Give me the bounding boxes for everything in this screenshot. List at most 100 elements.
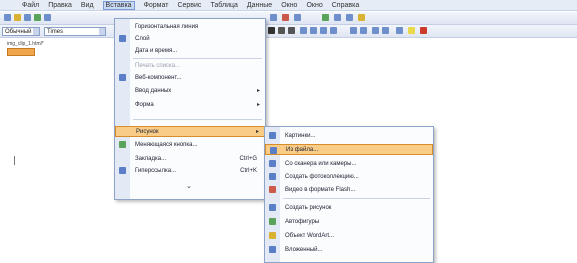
submenu-arrow-icon: ▸ <box>255 129 259 135</box>
layer-icon <box>119 35 126 42</box>
menu-item-label: Создать рисунок <box>285 204 332 211</box>
insert-object-icon[interactable] <box>294 14 301 21</box>
menu-item-label: Создать фотоколлекцию... <box>285 173 359 180</box>
italic-icon[interactable] <box>278 27 285 34</box>
menu-item-autoshapes[interactable]: Автофигуры <box>265 216 433 227</box>
menu-item-label: Гиперссылка... <box>135 167 177 174</box>
menu-item-label: Меняющаяся кнопка... <box>135 141 198 148</box>
save-icon[interactable] <box>24 14 31 21</box>
menu-item-label: Картинки... <box>285 132 316 139</box>
rollover-button-icon <box>119 141 126 148</box>
menu-item-flash-video[interactable]: Видео в формате Flash... <box>265 184 433 195</box>
border-icon[interactable] <box>396 27 403 34</box>
align-left-icon[interactable] <box>300 27 307 34</box>
picture-submenu: Картинки... Из файла... Со сканера или к… <box>264 126 434 263</box>
chart-icon[interactable] <box>282 14 289 21</box>
menu-item-form[interactable]: Форма ▸ <box>115 99 265 110</box>
new-drawing-icon <box>269 204 276 211</box>
flash-video-icon <box>269 186 276 193</box>
menu-item-label: Слой <box>135 35 150 42</box>
menu-item-label: Рисунок <box>136 128 159 135</box>
style-select[interactable]: Обычный <box>2 27 40 36</box>
hyperlink-icon <box>119 167 126 174</box>
menu-file[interactable]: Файл <box>22 2 39 9</box>
new-document-icon[interactable] <box>4 14 11 21</box>
menu-item-date-time[interactable]: Дата и время... <box>115 45 265 56</box>
chevron-down-icon[interactable] <box>33 28 39 35</box>
menu-item-label: Ввод данных <box>135 87 172 94</box>
numbering-icon[interactable] <box>350 27 357 34</box>
menu-separator <box>133 58 262 59</box>
insert-menu: Горизонтальная линия Слой Дата и время..… <box>114 18 266 200</box>
menu-item-new-drawing[interactable]: Создать рисунок <box>265 202 433 213</box>
menu-item-layer[interactable]: Слой <box>115 33 265 44</box>
menu-tools[interactable]: Сервис <box>177 2 201 9</box>
menu-item-data-input[interactable]: Ввод данных ▸ <box>115 85 265 96</box>
bold-icon[interactable] <box>268 27 275 34</box>
menu-item-label: Форма <box>135 101 154 108</box>
menu-insert[interactable]: Вставка <box>102 0 135 10</box>
align-center-icon[interactable] <box>310 27 317 34</box>
menu-item-label: Горизонтальная линия <box>135 23 199 30</box>
menu-format[interactable]: Формат <box>144 2 169 9</box>
align-right-icon[interactable] <box>320 27 327 34</box>
preview-icon[interactable] <box>44 14 51 21</box>
decrease-indent-icon[interactable] <box>372 27 379 34</box>
menu-item-clipart[interactable]: Картинки... <box>265 130 433 141</box>
font-color-icon[interactable] <box>420 27 427 34</box>
menu-item-horizontal-line[interactable]: Горизонтальная линия <box>115 21 265 32</box>
menu-frames[interactable]: Окно <box>281 2 297 9</box>
menu-help[interactable]: Справка <box>332 2 359 9</box>
clipart-icon <box>269 132 276 139</box>
menu-item-label: Из файла... <box>286 146 319 153</box>
highlight-icon[interactable] <box>408 27 415 34</box>
help-icon[interactable] <box>358 14 365 21</box>
menu-item-label: Объект WordArt... <box>285 232 334 239</box>
open-icon[interactable] <box>14 14 21 21</box>
menu-data[interactable]: Данные <box>247 2 272 9</box>
drawing-icon[interactable] <box>322 14 329 21</box>
menu-item-print-list: Печать списка... <box>115 60 265 71</box>
wordart-icon <box>269 232 276 239</box>
menu-item-hyperlink[interactable]: Гиперссылка... Ctrl+K <box>115 165 265 176</box>
underline-icon[interactable] <box>288 27 295 34</box>
web-component-icon <box>119 74 126 81</box>
print-icon[interactable] <box>34 14 41 21</box>
menu-item-rollover-button[interactable]: Меняющаяся кнопка... <box>115 139 265 150</box>
map-icon[interactable] <box>334 14 341 21</box>
menu-view[interactable]: Вид <box>81 2 94 9</box>
table-icon[interactable] <box>270 14 277 21</box>
document-tab-marker <box>7 48 35 56</box>
menu-item-label: Со сканера или камеры... <box>285 160 357 167</box>
menu-table[interactable]: Таблица <box>210 2 237 9</box>
submenu-arrow-icon: ▸ <box>256 102 260 108</box>
expand-menu-chevron-icon[interactable]: ⌄ <box>186 182 192 190</box>
embedded-object-icon <box>269 246 276 253</box>
menu-item-from-scanner[interactable]: Со сканера или камеры... <box>265 158 433 169</box>
zoom-icon[interactable] <box>346 14 353 21</box>
menu-item-web-component[interactable]: Веб-компонент... <box>115 72 265 83</box>
menu-item-photo-gallery[interactable]: Создать фотоколлекцию... <box>265 171 433 182</box>
menu-item-label: Дата и время... <box>135 47 178 54</box>
menu-item-wordart[interactable]: Объект WordArt... <box>265 230 433 241</box>
bullets-icon[interactable] <box>360 27 367 34</box>
document-filename: img_clip_1.html* <box>7 41 44 47</box>
menu-edit[interactable]: Правка <box>48 2 72 9</box>
increase-indent-icon[interactable] <box>382 27 389 34</box>
text-cursor <box>14 156 15 165</box>
menu-item-label: Веб-компонент... <box>135 74 182 81</box>
shortcut-label: Ctrl+G <box>239 155 257 162</box>
chevron-down-icon[interactable] <box>99 28 105 35</box>
autoshapes-icon <box>269 218 276 225</box>
menu-bar: Файл Правка Вид Вставка Формат Сервис Та… <box>0 0 577 11</box>
menu-item-from-file[interactable]: Из файла... <box>265 144 433 155</box>
menu-item-picture[interactable]: Рисунок ▸ <box>115 126 265 137</box>
menu-item-bookmark[interactable]: Закладка... Ctrl+G <box>115 153 265 164</box>
standard-toolbar <box>0 12 577 25</box>
submenu-arrow-icon: ▸ <box>256 88 260 94</box>
font-select-value: Times <box>47 29 64 35</box>
font-select[interactable]: Times <box>44 27 106 36</box>
justify-icon[interactable] <box>330 27 337 34</box>
menu-item-embedded[interactable]: Вложенный... <box>265 244 433 255</box>
menu-window[interactable]: Окно <box>306 2 322 9</box>
